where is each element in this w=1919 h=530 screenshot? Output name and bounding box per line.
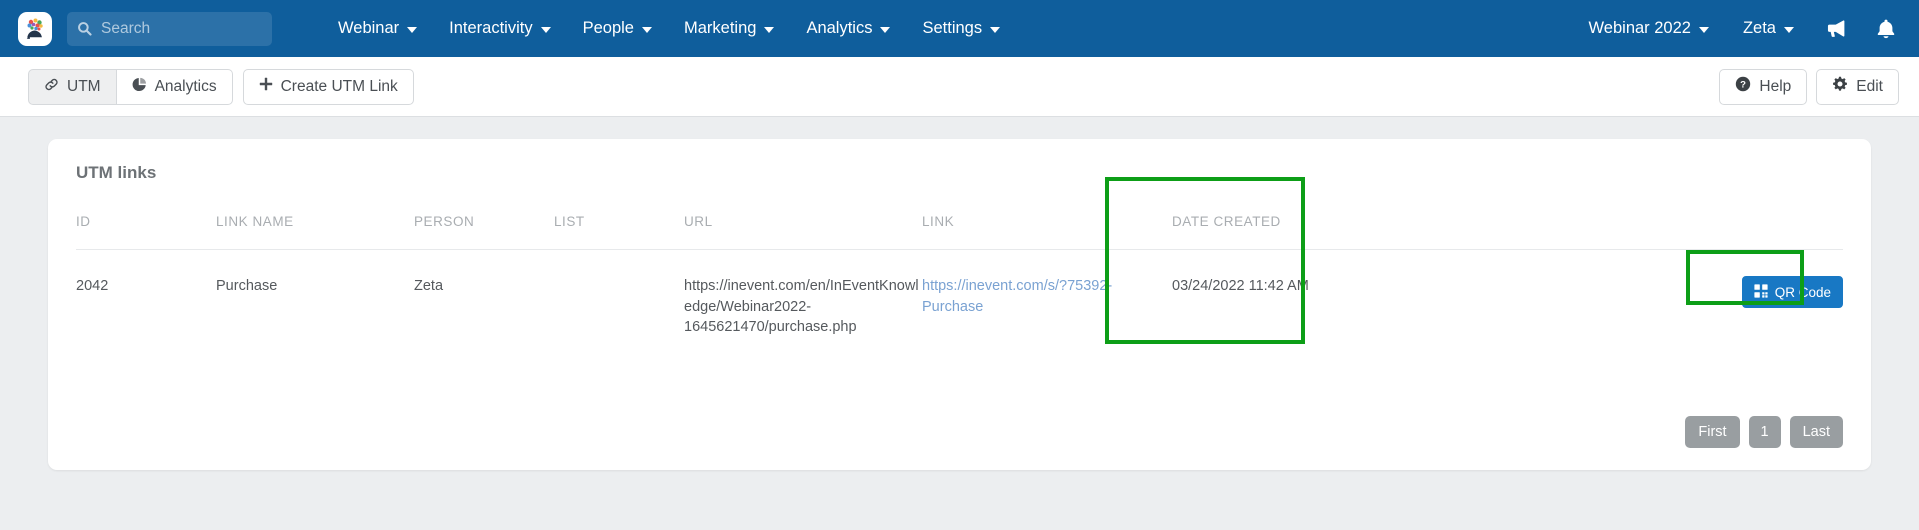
plus-icon (259, 77, 273, 96)
bell-icon[interactable] (1861, 0, 1911, 57)
nav-label-webinar: Webinar (338, 19, 400, 37)
column-header-date-created: DATE CREATED (1172, 214, 1432, 250)
chevron-down-icon (880, 26, 891, 33)
chevron-down-icon (540, 26, 551, 33)
cell-list (554, 250, 684, 364)
pagination-first-button[interactable]: First (1685, 416, 1740, 448)
cell-link-name: Purchase (216, 278, 278, 294)
create-utm-link-label: Create UTM Link (280, 77, 398, 95)
column-header-person: PERSON (414, 214, 554, 250)
nav-item-webinar[interactable]: Webinar (322, 0, 433, 57)
chevron-down-icon (990, 26, 1001, 33)
link-icon (44, 77, 59, 97)
svg-text:?: ? (1740, 80, 1746, 91)
table-header-row: ID LINK NAME PERSON LIST URL LINK DATE C… (76, 214, 1843, 250)
event-selector[interactable]: Webinar 2022 (1572, 0, 1726, 57)
chevron-down-icon (1784, 26, 1794, 33)
pagination-page-1[interactable]: 1 (1748, 416, 1781, 448)
nav-label-settings: Settings (922, 19, 983, 37)
tab-utm-label: UTM (67, 77, 101, 95)
column-header-link-name: LINK NAME (216, 214, 414, 250)
page-title: UTM links (76, 163, 157, 182)
utm-links-card: UTM links ID LINK NAME PERSON LIST URL L… (48, 139, 1871, 470)
chevron-down-icon (1698, 26, 1709, 33)
pagination-last-button[interactable]: Last (1789, 416, 1843, 448)
table-head: ID LINK NAME PERSON LIST URL LINK DATE C… (76, 214, 1843, 250)
page-body: UTM links ID LINK NAME PERSON LIST URL L… (0, 117, 1919, 530)
utm-tab-group: UTM Analytics (28, 68, 233, 105)
chevron-down-icon (642, 26, 652, 33)
cell-url: https://inevent.com/en/InEventKnowledge/… (684, 278, 919, 336)
nav-label-marketing: Marketing (684, 19, 757, 37)
table-row[interactable]: 2042 Purchase Zeta https://inevent.com/e… (76, 250, 1843, 364)
cell-id: 2042 (76, 278, 109, 294)
column-header-link: LINK (922, 214, 1172, 250)
utm-links-table: ID LINK NAME PERSON LIST URL LINK DATE C… (76, 214, 1843, 364)
search-input[interactable] (101, 19, 262, 38)
cell-date-created: 03/24/2022 11:42 AM (1172, 278, 1309, 294)
column-header-id: ID (76, 214, 216, 250)
tab-analytics-label: Analytics (154, 77, 217, 95)
tab-analytics[interactable]: Analytics (116, 68, 233, 105)
search-icon (77, 21, 92, 36)
chevron-down-icon (764, 26, 775, 33)
top-navbar: Webinar Interactivity People Marketing A… (0, 0, 1919, 57)
table-body: 2042 Purchase Zeta https://inevent.com/e… (76, 250, 1843, 364)
pagination: First 1 Last (1685, 416, 1843, 448)
gear-icon (1832, 76, 1848, 97)
column-header-url: URL (684, 214, 922, 250)
edit-button[interactable]: Edit (1816, 68, 1899, 105)
megaphone-icon[interactable] (1811, 0, 1861, 57)
nav-label-people: People (582, 19, 634, 37)
user-menu-label: Zeta (1742, 19, 1776, 37)
nav-label-interactivity: Interactivity (449, 19, 533, 37)
cell-person: Zeta (414, 278, 444, 294)
nav-item-settings[interactable]: Settings (906, 0, 1016, 57)
question-circle-icon: ? (1735, 76, 1751, 97)
nav-item-people[interactable]: People (567, 0, 668, 57)
pie-chart-icon (132, 77, 147, 97)
column-header-actions (1432, 214, 1843, 250)
nav-item-interactivity[interactable]: Interactivity (433, 0, 566, 57)
tab-utm[interactable]: UTM (28, 68, 117, 105)
nav-label-analytics: Analytics (806, 19, 873, 37)
utm-short-link[interactable]: https://inevent.com/s/?75392-Purchase (922, 278, 1112, 315)
user-menu[interactable]: Zeta (1726, 0, 1811, 57)
cell-actions: QR Code (1432, 250, 1843, 364)
secondary-toolbar: UTM Analytics Create UTM Link ? Help Edi… (0, 57, 1919, 117)
search-box[interactable] (67, 11, 272, 46)
column-header-list: LIST (554, 214, 684, 250)
edit-label: Edit (1856, 77, 1883, 95)
help-label: Help (1759, 77, 1792, 95)
navbar-right: Webinar 2022 Zeta (1572, 0, 1919, 57)
create-utm-link-button[interactable]: Create UTM Link (242, 68, 414, 105)
nav-item-marketing[interactable]: Marketing (668, 0, 790, 57)
qr-code-icon (1754, 283, 1768, 301)
qr-code-label: QR Code (1774, 284, 1831, 300)
cell-link: https://inevent.com/s/?75392-Purchase (922, 250, 1172, 364)
inevent-logo[interactable] (18, 11, 52, 46)
toolbar-right-group: ? Help Edit (1719, 68, 1899, 105)
chevron-down-icon (407, 26, 418, 33)
nav-item-analytics[interactable]: Analytics (790, 0, 906, 57)
event-selector-label: Webinar 2022 (1588, 19, 1691, 37)
main-menu: Webinar Interactivity People Marketing A… (322, 0, 1016, 57)
help-button[interactable]: ? Help (1719, 68, 1808, 105)
qr-code-button[interactable]: QR Code (1741, 276, 1843, 308)
